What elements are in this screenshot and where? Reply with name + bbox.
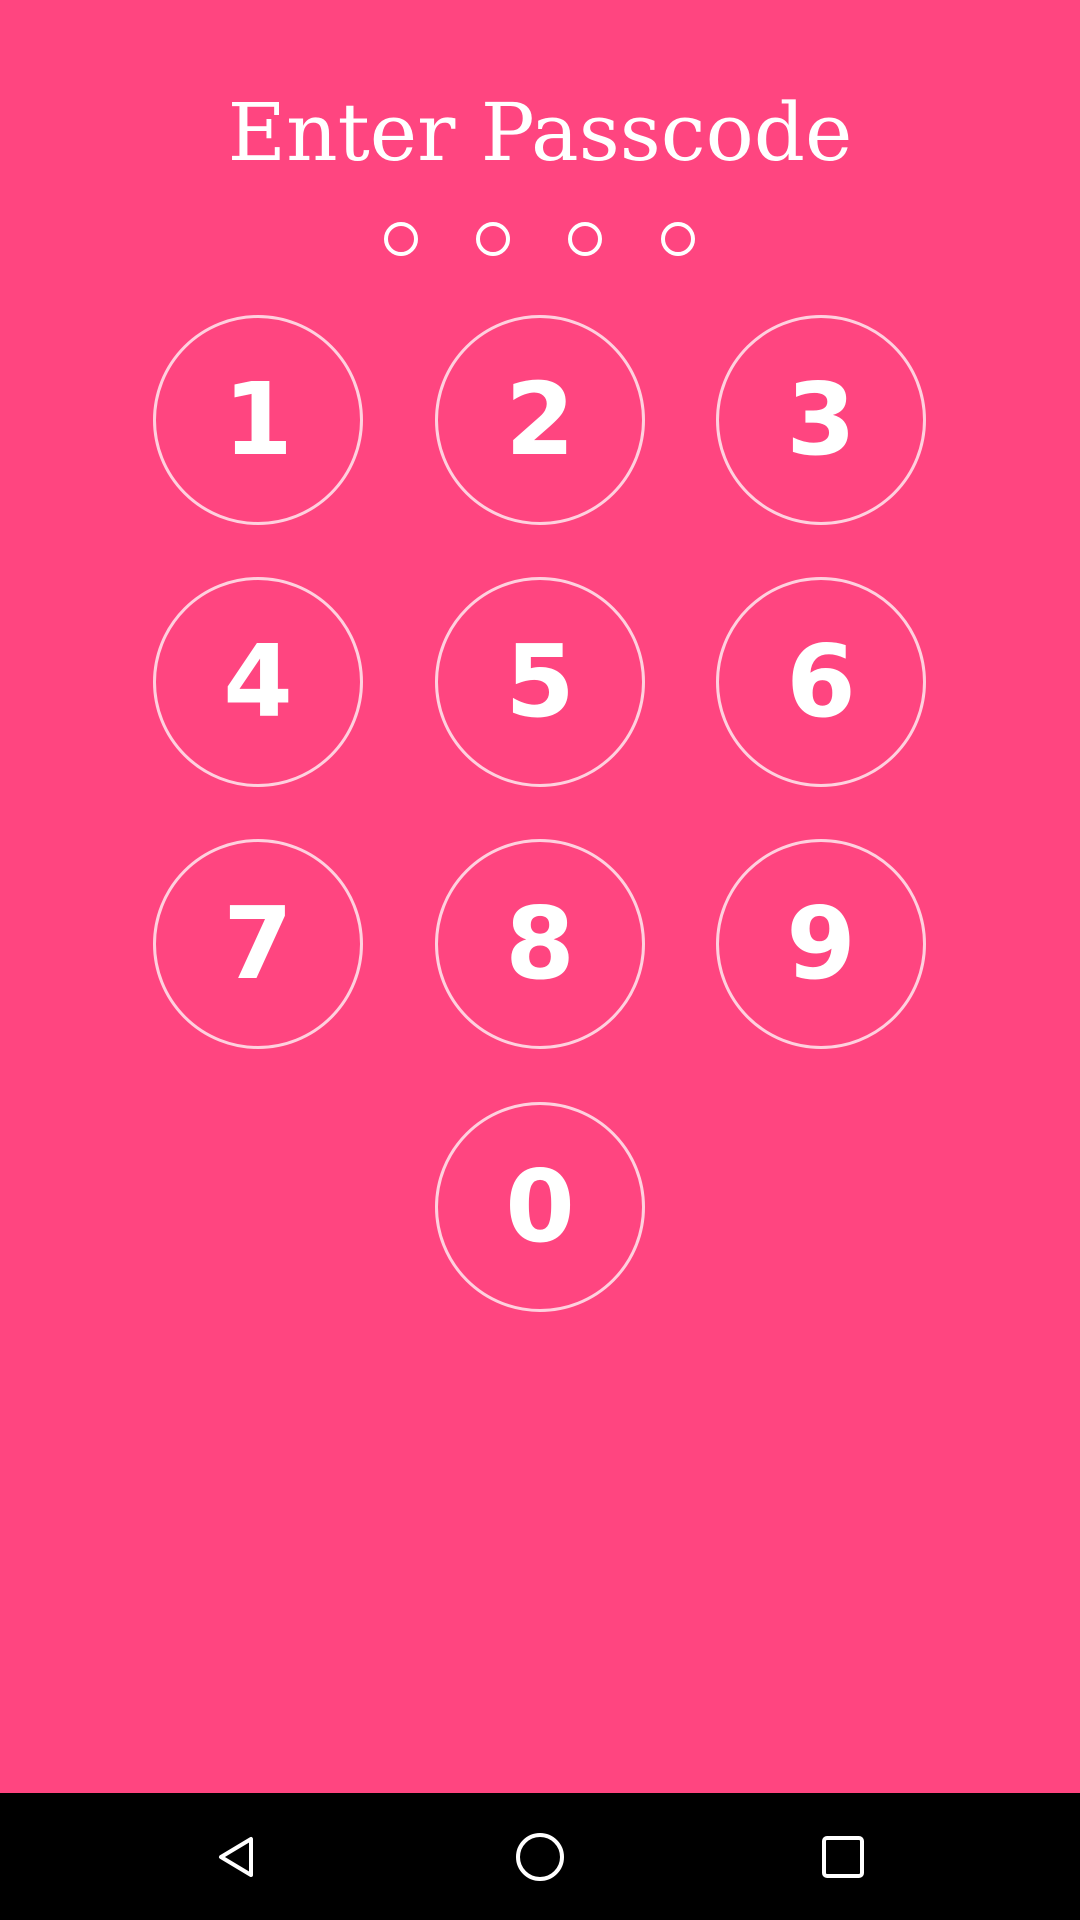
key-label: 2 bbox=[505, 361, 575, 478]
key-label: 3 bbox=[786, 361, 856, 478]
key-0-button[interactable]: 0 bbox=[435, 1102, 645, 1312]
home-icon bbox=[516, 1832, 564, 1881]
key-label: 6 bbox=[786, 623, 856, 740]
key-9-button[interactable]: 9 bbox=[716, 839, 926, 1049]
back-icon bbox=[219, 1836, 253, 1877]
key-8-button[interactable]: 8 bbox=[435, 839, 645, 1049]
key-2-button[interactable]: 2 bbox=[435, 315, 645, 525]
system-navigation-bar bbox=[0, 1793, 1080, 1920]
key-1-button[interactable]: 1 bbox=[153, 315, 363, 525]
key-4-button[interactable]: 4 bbox=[153, 577, 363, 787]
passcode-dot bbox=[568, 222, 602, 256]
key-label: 0 bbox=[505, 1148, 575, 1265]
passcode-dot bbox=[661, 222, 695, 256]
recents-button[interactable] bbox=[743, 1793, 943, 1920]
recents-icon bbox=[822, 1835, 864, 1878]
key-6-button[interactable]: 6 bbox=[716, 577, 926, 787]
back-button[interactable] bbox=[137, 1793, 337, 1920]
key-label: 7 bbox=[223, 885, 293, 1002]
key-label: 8 bbox=[505, 885, 575, 1002]
key-5-button[interactable]: 5 bbox=[435, 577, 645, 787]
key-label: 9 bbox=[786, 885, 856, 1002]
home-button[interactable] bbox=[440, 1793, 640, 1920]
key-label: 5 bbox=[505, 623, 575, 740]
key-label: 1 bbox=[223, 361, 293, 478]
passcode-dot bbox=[476, 222, 510, 256]
key-label: 4 bbox=[223, 623, 293, 740]
page-title: Enter Passcode bbox=[227, 86, 853, 179]
key-7-button[interactable]: 7 bbox=[153, 839, 363, 1049]
key-3-button[interactable]: 3 bbox=[716, 315, 926, 525]
passcode-dot bbox=[384, 222, 418, 256]
